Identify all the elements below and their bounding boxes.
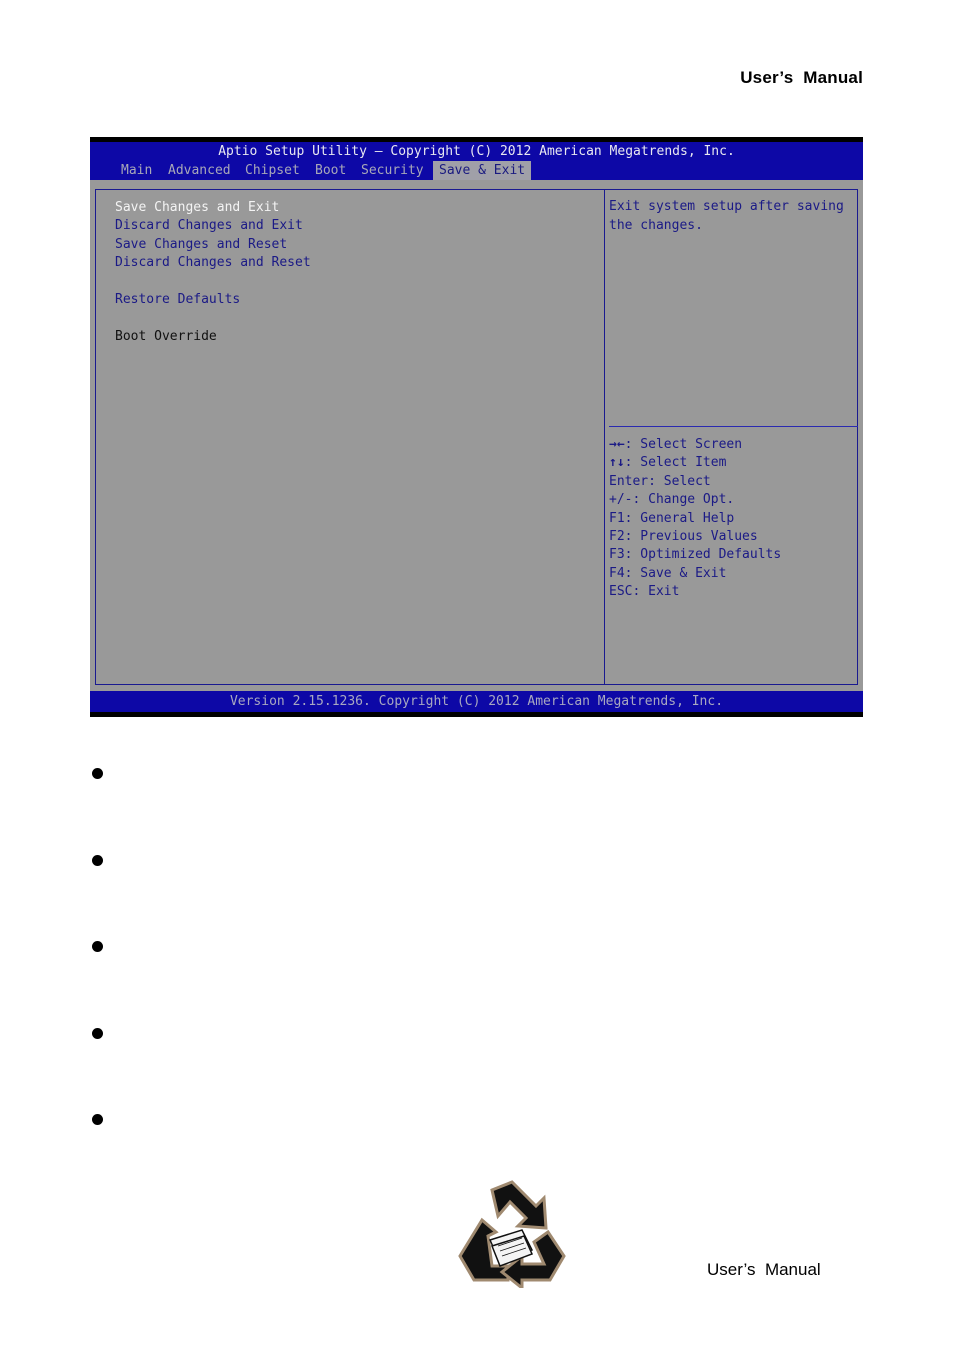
key-row-f4: F4: Save & Exit [609, 565, 781, 583]
footer-title: User’s Manual [707, 1260, 821, 1279]
key-action: : Select Item [624, 455, 727, 471]
key-row-esc: ESC: Exit [609, 583, 781, 601]
arrow-left-right-icon: →← [609, 437, 625, 452]
key-action: : Select Screen [624, 437, 743, 452]
key-action: : Select [648, 473, 711, 489]
key-label: +/- [609, 492, 633, 508]
key-row-f1: F1: General Help [609, 510, 781, 528]
key-legend: →←: Select Screen ↑↓: Select Item Enter:… [609, 436, 781, 602]
tab-security[interactable]: Security [355, 161, 430, 180]
key-label: F3 [609, 547, 625, 563]
key-action: : General Help [624, 510, 735, 526]
tab-advanced[interactable]: Advanced [162, 161, 237, 180]
key-label: F2 [609, 529, 625, 545]
boot-override-heading: Boot Override [115, 329, 217, 344]
key-row-change-opt: +/-: Change Opt. [609, 491, 781, 509]
arrow-up-down-icon: ↑↓ [609, 455, 625, 471]
bios-title: Aptio Setup Utility – Copyright (C) 2012… [90, 142, 863, 161]
tab-boot[interactable]: Boot [309, 161, 352, 180]
menu-discard-changes-reset[interactable]: Discard Changes and Reset [115, 254, 311, 271]
key-action: : Save & Exit [624, 565, 727, 581]
bios-body: Save Changes and Exit Discard Changes an… [90, 180, 863, 691]
key-row-select-screen: →←: Select Screen [609, 436, 781, 454]
key-row-f3: F3: Optimized Defaults [609, 546, 781, 564]
key-action: : Optimized Defaults [624, 547, 782, 563]
bullet-icon [92, 1028, 103, 1039]
tab-main[interactable]: Main [115, 161, 158, 180]
bullet-icon [92, 941, 103, 952]
menu-restore-defaults[interactable]: Restore Defaults [115, 291, 240, 308]
key-action: : Change Opt. [632, 492, 735, 508]
bullet-icon [92, 768, 103, 779]
bios-tab-bar: Main Advanced Chipset Boot Security Save… [90, 161, 863, 180]
bullet-icon [92, 855, 103, 866]
key-row-select-item: ↑↓: Select Item [609, 454, 781, 472]
menu-save-changes-exit[interactable]: Save Changes and Exit [115, 199, 279, 216]
tab-save-exit[interactable]: Save & Exit [433, 161, 532, 180]
help-description: Exit system setup after saving the chang… [609, 199, 844, 233]
menu-save-changes-reset[interactable]: Save Changes and Reset [115, 236, 287, 253]
key-label: F1 [609, 510, 625, 526]
key-label: ESC [609, 584, 633, 600]
key-action: : Previous Values [624, 529, 758, 545]
recycle-icon [458, 1180, 566, 1288]
key-row-f2: F2: Previous Values [609, 528, 781, 546]
key-row-enter: Enter: Select [609, 473, 781, 491]
panel-divider [604, 189, 605, 685]
key-label: F4 [609, 565, 625, 581]
bios-setup-screenshot: Aptio Setup Utility – Copyright (C) 2012… [90, 137, 863, 717]
bios-version-bar: Version 2.15.1236. Copyright (C) 2012 Am… [90, 691, 863, 712]
tab-chipset[interactable]: Chipset [239, 161, 306, 180]
key-action: : Exit [632, 584, 680, 600]
key-label: Enter [609, 473, 649, 489]
menu-discard-changes-exit[interactable]: Discard Changes and Exit [115, 217, 303, 234]
header-title: User’s Manual [740, 68, 863, 87]
bullet-icon [92, 1114, 103, 1125]
help-divider [609, 426, 858, 427]
